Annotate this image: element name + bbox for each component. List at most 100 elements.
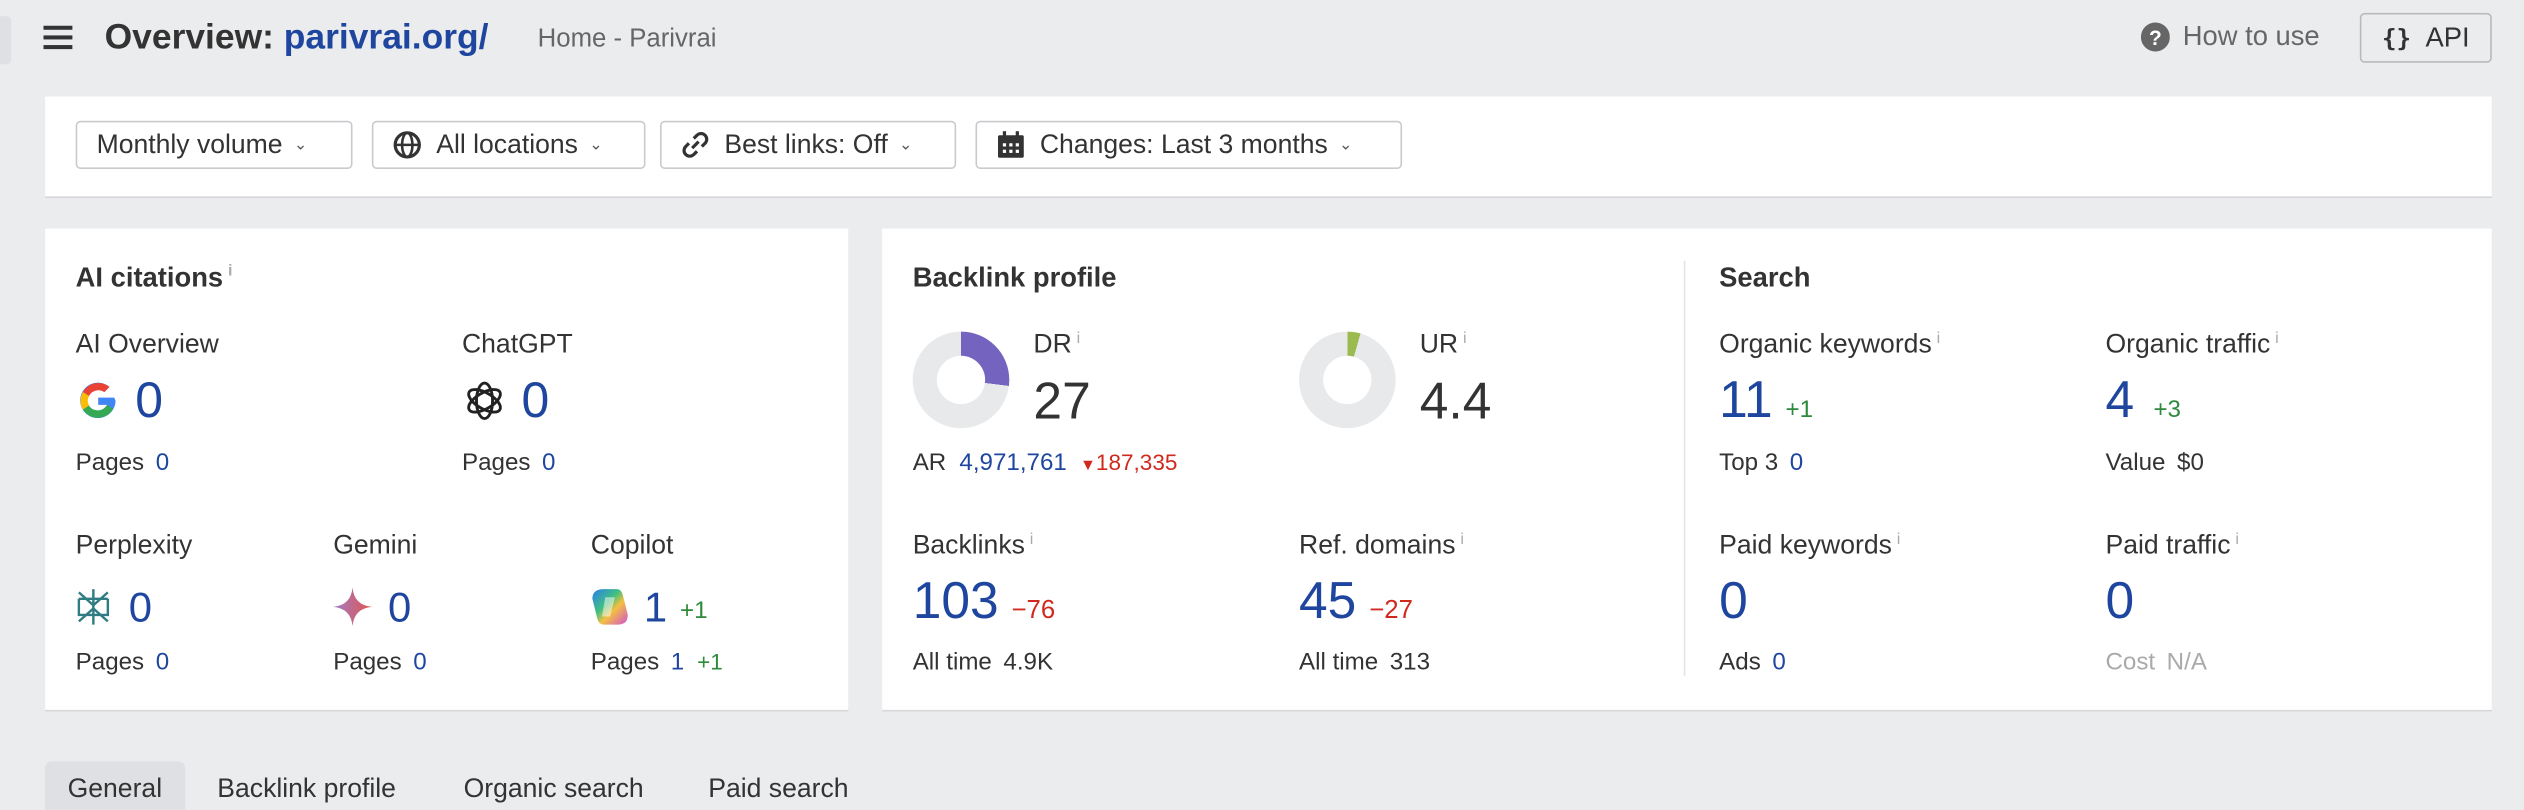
- tab-general[interactable]: General: [45, 761, 185, 810]
- card-title: AI citations i: [76, 262, 233, 294]
- page-html-title: Home - Parivrai: [537, 25, 717, 54]
- ar-value[interactable]: 4,971,761: [959, 449, 1066, 476]
- sub-label: Ads: [1719, 648, 1761, 677]
- paid-traffic-value[interactable]: 0: [2105, 573, 2134, 628]
- pages-value[interactable]: 0: [413, 649, 426, 676]
- menu-icon[interactable]: [43, 24, 73, 50]
- changes-period-dropdown[interactable]: Changes: Last 3 months ⌄: [975, 120, 1403, 170]
- ref-domains-delta: −27: [1369, 597, 1413, 625]
- label-text: Paid keywords: [1719, 531, 1892, 561]
- tab-paid-search[interactable]: Paid search: [686, 761, 871, 809]
- tab-organic-search[interactable]: Organic search: [441, 761, 666, 809]
- target-domain-link[interactable]: parivrai.org/: [284, 16, 489, 56]
- ref-domains-metric[interactable]: 45 −27: [1299, 573, 1413, 628]
- dr-label: DR i: [1033, 330, 1080, 361]
- organic-keywords-metric[interactable]: 11 +1: [1719, 372, 1813, 427]
- gemini-label: Gemini: [333, 531, 418, 561]
- perplexity-label: Perplexity: [75, 531, 193, 561]
- ar-row: AR 4,971,761 ▼187,335: [913, 449, 1178, 476]
- sub-value: 313: [1389, 648, 1431, 677]
- info-icon[interactable]: i: [1897, 531, 1901, 549]
- copilot-label: Copilot: [590, 531, 674, 561]
- copilot-icon: [592, 589, 628, 625]
- filter-bar: Monthly volume ⌄ All locations ⌄ Best link…: [45, 96, 2492, 197]
- copilot-metric[interactable]: 1 +1: [591, 583, 708, 631]
- paid-traffic-label: Paid traffic i: [2105, 531, 2238, 562]
- info-icon[interactable]: i: [1077, 330, 1081, 348]
- ur-donut-chart: [1299, 331, 1396, 429]
- down-triangle-icon: ▼: [1079, 457, 1096, 475]
- ref-domains-value: 45: [1299, 571, 1357, 630]
- how-to-use-link[interactable]: ? How to use: [2140, 21, 2320, 53]
- chevron-down-icon: ⌄: [898, 136, 913, 154]
- pages-value[interactable]: 0: [156, 449, 169, 476]
- backlinks-delta: −76: [1011, 597, 1056, 625]
- dropdown-label: Monthly volume: [96, 129, 283, 159]
- info-icon[interactable]: i: [2275, 330, 2279, 348]
- sub-value: $0: [2177, 449, 2204, 477]
- chatgpt-metric[interactable]: 0: [462, 373, 549, 428]
- info-icon[interactable]: i: [1463, 330, 1467, 348]
- chevron-down-icon: ⌄: [589, 136, 603, 154]
- label-text: Paid traffic: [2105, 531, 2231, 561]
- info-icon[interactable]: i: [1937, 330, 1941, 348]
- chatgpt-label: ChatGPT: [461, 329, 573, 359]
- section-divider: [1683, 260, 1686, 677]
- sub-value[interactable]: 0: [1772, 649, 1785, 676]
- cost-row: Cost N/A: [2105, 649, 2206, 676]
- ai-citations-title: AI citations: [75, 262, 224, 293]
- ai-overview-metric[interactable]: 0: [76, 373, 163, 428]
- paid-keywords-value[interactable]: 0: [1719, 573, 1748, 628]
- label-text: Organic traffic: [2105, 329, 2271, 359]
- best-links-dropdown[interactable]: Best links: Off ⌄: [659, 120, 957, 170]
- sub-label: All time: [1299, 648, 1379, 677]
- copilot-pages: Pages 1 +1: [591, 649, 723, 676]
- pages-label: Pages: [75, 648, 145, 677]
- ads-row: Ads 0: [1719, 649, 1786, 676]
- pages-value[interactable]: 0: [156, 649, 169, 676]
- tab-backlink-profile[interactable]: Backlink profile: [195, 761, 419, 809]
- info-icon[interactable]: i: [228, 262, 232, 280]
- sub-label: Cost: [2105, 648, 2156, 677]
- copilot-delta: +1: [680, 596, 708, 624]
- organic-traffic-metric[interactable]: 4 +3: [2105, 372, 2181, 427]
- ref-domains-label: Ref. domains i: [1299, 531, 1464, 562]
- ai-overview-pages: Pages 0: [76, 449, 169, 476]
- globe-icon: [393, 131, 421, 159]
- dr-donut-chart: [912, 331, 1010, 429]
- info-icon[interactable]: i: [1460, 531, 1464, 549]
- pages-value[interactable]: 0: [542, 449, 555, 476]
- dropdown-label: Best links: Off: [724, 129, 888, 159]
- ai-overview-value: 0: [135, 371, 163, 429]
- pages-value[interactable]: 1: [671, 649, 684, 676]
- backlinks-all-time: All time 4.9K: [913, 649, 1053, 676]
- pages-label: Pages: [590, 648, 660, 677]
- pages-label: Pages: [75, 449, 145, 477]
- ur-value: 4.4: [1419, 371, 1492, 430]
- gemini-metric[interactable]: 0: [333, 583, 411, 631]
- chevron-down-icon: ⌄: [1339, 136, 1353, 154]
- help-icon: ?: [2140, 22, 2170, 52]
- dropdown-label: Changes: Last 3 months: [1039, 129, 1328, 159]
- info-icon[interactable]: i: [2235, 531, 2239, 549]
- ar-label: AR: [912, 449, 947, 477]
- pages-delta: +1: [697, 648, 723, 675]
- sub-value: 4.9K: [1003, 648, 1054, 677]
- sidebar-edge[interactable]: [0, 16, 12, 65]
- gemini-pages: Pages 0: [333, 649, 426, 676]
- sub-value[interactable]: 0: [1790, 449, 1803, 476]
- api-button[interactable]: {} API: [2359, 12, 2492, 63]
- chatgpt-value: 0: [521, 371, 550, 429]
- ai-overview-label: AI Overview: [75, 329, 219, 359]
- organic-traffic-delta: +3: [2153, 395, 2181, 424]
- volume-mode-dropdown[interactable]: Monthly volume ⌄: [75, 120, 353, 170]
- backlinks-label-text: Backlinks: [912, 531, 1025, 561]
- title-prefix: Overview:: [104, 16, 274, 57]
- traffic-value-row: Value $0: [2105, 449, 2203, 476]
- info-icon[interactable]: i: [1030, 531, 1034, 549]
- page-title: Overview: parivrai.org/: [105, 16, 489, 58]
- sub-label: Top 3: [1719, 449, 1779, 477]
- backlinks-metric[interactable]: 103 −76: [913, 573, 1056, 628]
- perplexity-metric[interactable]: 0: [76, 583, 152, 631]
- locations-dropdown[interactable]: All locations ⌄: [371, 120, 646, 170]
